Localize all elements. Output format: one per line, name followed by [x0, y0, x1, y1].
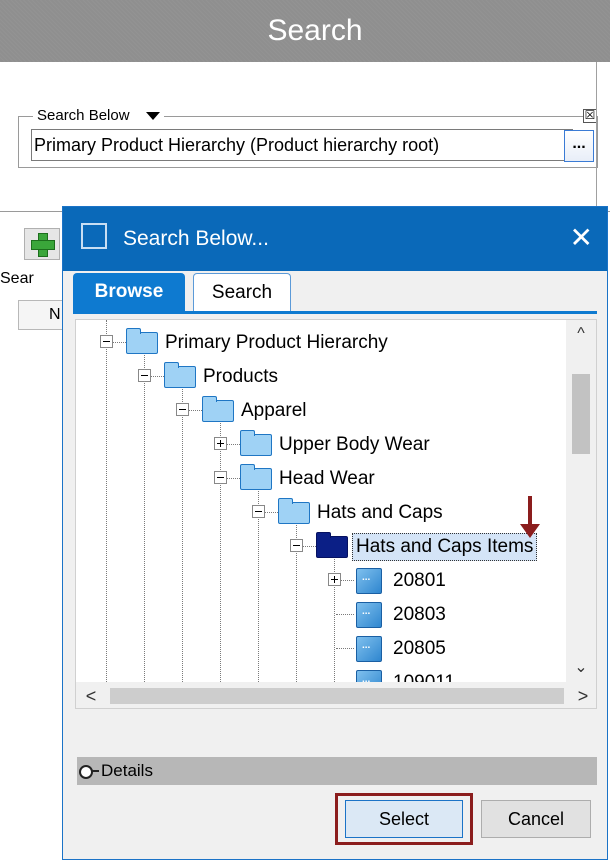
hierarchy-tree[interactable]: Primary Product Hierarchy Products Appar… [76, 320, 566, 682]
expand-toggle-icon[interactable] [214, 437, 227, 450]
cancel-button[interactable]: Cancel [481, 800, 591, 838]
search-below-legend[interactable]: Search Below [33, 106, 164, 126]
dialog-titlebar[interactable]: Search Below... ✕ [63, 207, 607, 271]
panel-header: Search [0, 0, 610, 62]
search-below-field[interactable]: Primary Product Hierarchy (Product hiera… [31, 129, 573, 161]
tree-node-label: 20801 [393, 570, 446, 591]
scroll-left-icon[interactable]: < [76, 682, 106, 708]
tree-connector [336, 648, 354, 649]
expand-details-icon[interactable] [79, 764, 99, 779]
collapse-toggle-icon[interactable] [138, 369, 151, 382]
add-button[interactable] [24, 228, 60, 260]
tab-strip [73, 311, 597, 314]
dialog-footer: Select Cancel [63, 793, 607, 859]
folder-icon [126, 328, 158, 354]
tree-guide [182, 386, 183, 682]
tree-node-label: Hats and Caps [317, 502, 443, 523]
background-label: Sear [0, 270, 34, 287]
folder-icon [202, 396, 234, 422]
product-item-icon [356, 636, 382, 662]
folder-icon [240, 464, 272, 490]
tree-guide [106, 320, 107, 682]
tree-node[interactable]: Upper Body Wear [240, 430, 433, 460]
tree-guide [220, 420, 221, 682]
select-button[interactable]: Select [345, 800, 463, 838]
panel-title: Search [267, 14, 363, 47]
tree-node[interactable]: 109011 [356, 668, 458, 682]
tree-node-label: Apparel [241, 400, 307, 421]
scroll-right-icon[interactable]: > [568, 682, 596, 708]
hierarchy-tree-panel: Primary Product Hierarchy Products Appar… [75, 319, 597, 709]
dialog-title: Search Below... [123, 227, 269, 250]
tree-node[interactable]: Apparel [202, 396, 310, 426]
close-icon[interactable]: ✕ [570, 207, 593, 269]
tree-node-label: Primary Product Hierarchy [165, 332, 388, 353]
tab-search[interactable]: Search [193, 273, 291, 311]
tree-node-label: Upper Body Wear [279, 434, 430, 455]
tree-node[interactable]: Head Wear [240, 464, 378, 494]
collapse-toggle-icon[interactable] [176, 403, 189, 416]
vertical-scrollbar[interactable]: ^ ⌄ [566, 320, 596, 682]
details-expander[interactable]: Details [77, 757, 597, 785]
tree-connector [336, 614, 354, 615]
details-label: Details [101, 761, 153, 780]
product-item-icon [356, 602, 382, 628]
folder-icon [240, 430, 272, 456]
divider [596, 62, 597, 212]
tree-node-label: 109011 [390, 670, 458, 682]
tree-node[interactable]: 20803 [356, 600, 449, 630]
collapse-toggle-icon[interactable] [252, 505, 265, 518]
folder-icon [164, 362, 196, 388]
tree-node[interactable]: 20801 [356, 566, 449, 596]
product-item-icon [356, 670, 382, 682]
search-below-dialog: Search Below... ✕ Browse Search Primary … [62, 206, 608, 860]
annotation-arrow-icon [520, 496, 540, 538]
collapse-toggle-icon[interactable] [290, 539, 303, 552]
tree-node-label: Products [203, 366, 278, 387]
folder-filled-icon [316, 532, 348, 558]
search-below-group: Search Below ☒ Primary Product Hierarchy… [18, 106, 598, 168]
tree-guide [144, 352, 145, 682]
window-icon [81, 223, 107, 249]
tree-node[interactable]: Hats and Caps [278, 498, 446, 528]
product-item-icon [356, 568, 382, 594]
dropdown-caret-icon[interactable] [145, 112, 160, 120]
scroll-thumb[interactable] [110, 688, 564, 704]
scroll-down-icon[interactable]: ⌄ [566, 654, 596, 682]
search-below-label: Search Below [37, 107, 130, 124]
collapse-toggle-icon[interactable] [214, 471, 227, 484]
collapse-toggle-icon[interactable] [100, 335, 113, 348]
close-box-icon[interactable]: ☒ [583, 109, 597, 123]
tree-node-selected[interactable]: Hats and Caps Items [316, 532, 538, 562]
tree-node-label: Hats and Caps Items [352, 533, 538, 561]
plus-icon [31, 233, 55, 257]
scroll-thumb[interactable] [572, 374, 590, 454]
tree-node-label: Head Wear [279, 468, 375, 489]
background-cell: N [18, 300, 68, 330]
tree-node[interactable]: Primary Product Hierarchy [126, 328, 391, 358]
tab-browse[interactable]: Browse [73, 273, 185, 311]
folder-icon [278, 498, 310, 524]
expand-toggle-icon[interactable] [328, 573, 341, 586]
horizontal-scrollbar[interactable]: < > [76, 682, 596, 708]
tree-node-label: 20803 [393, 604, 446, 625]
scroll-up-icon[interactable]: ^ [566, 320, 596, 348]
tree-node-label: 20805 [393, 638, 446, 659]
tree-node[interactable]: Products [164, 362, 281, 392]
tree-node[interactable]: 20805 [356, 634, 449, 664]
browse-button[interactable]: ... [564, 130, 594, 162]
